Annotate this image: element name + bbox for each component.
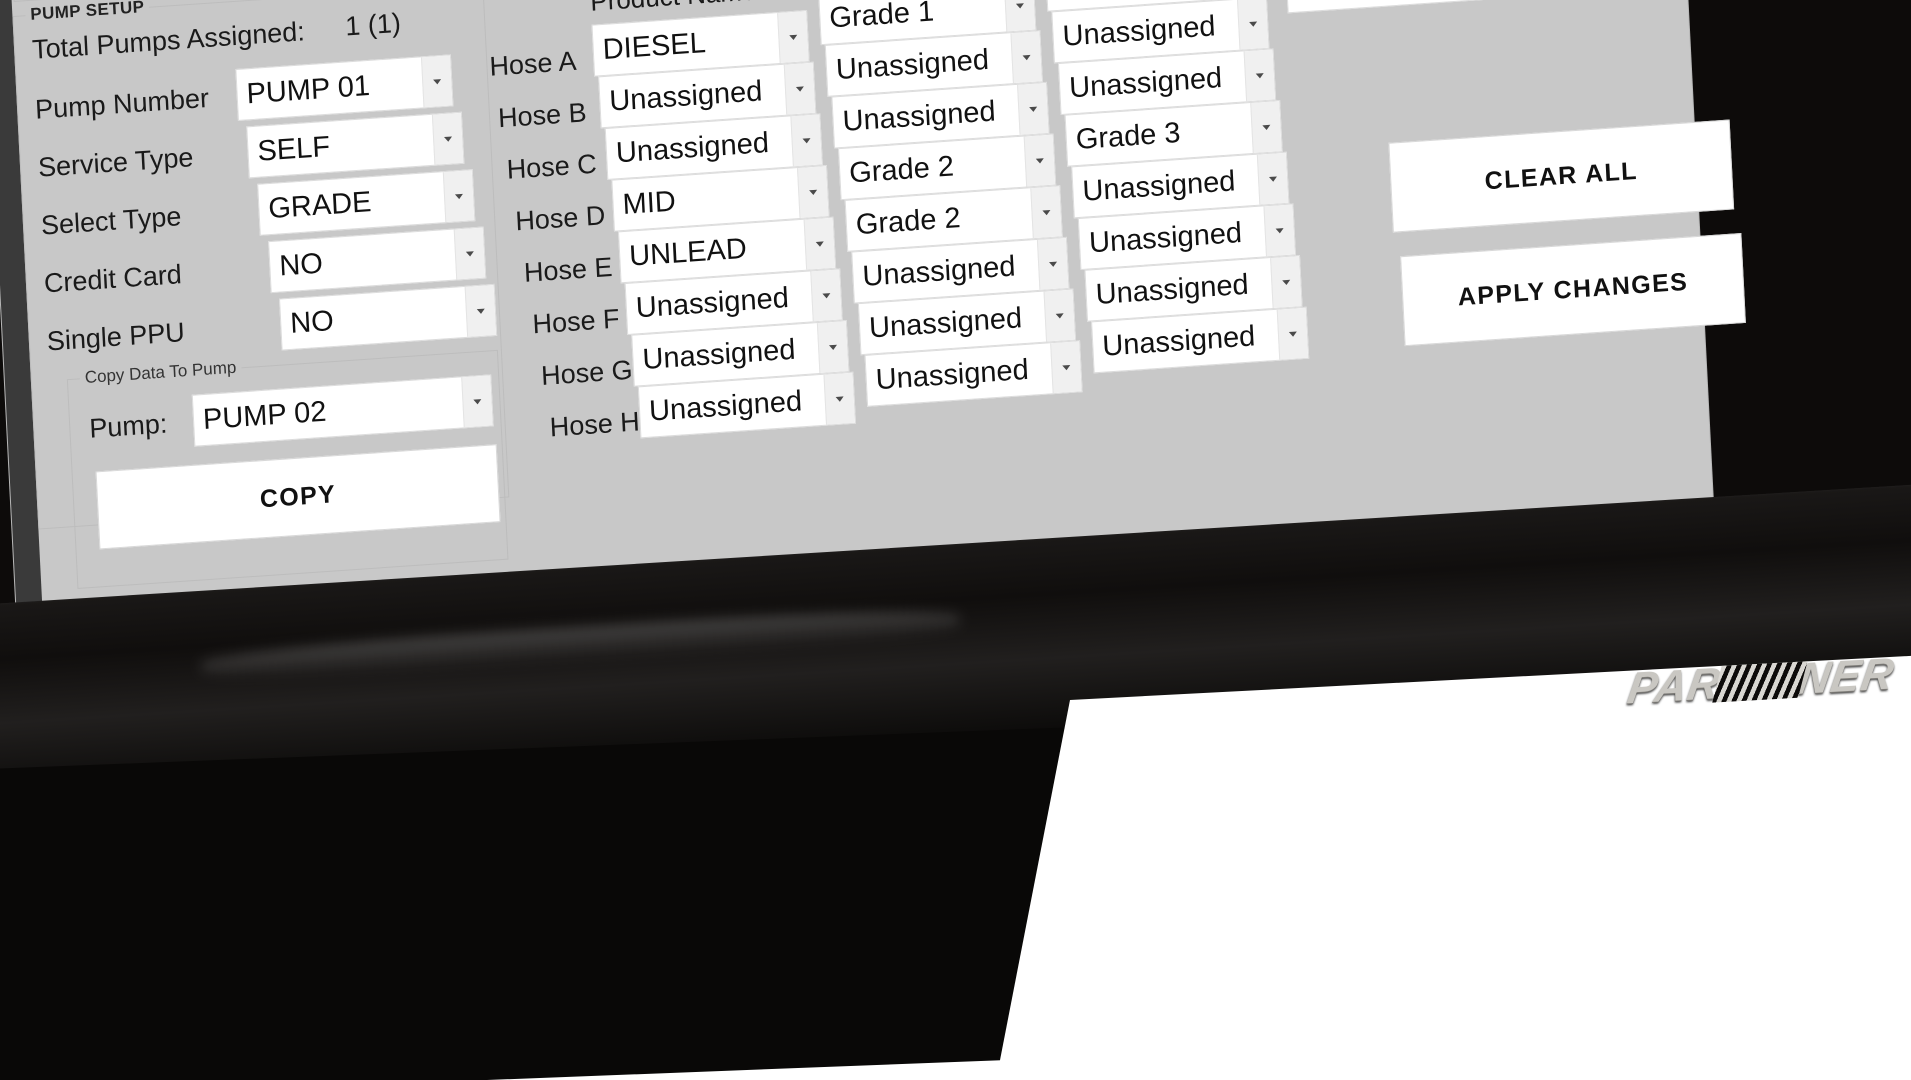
hose-label-g: Hose G bbox=[540, 354, 634, 391]
hose-label-b: Hose B bbox=[497, 97, 588, 134]
product-name-value-e: UNLEAD bbox=[628, 232, 748, 273]
copy-pump-value: PUMP 02 bbox=[202, 395, 328, 436]
chevron-down-icon[interactable] bbox=[1263, 204, 1295, 257]
first-tank-value-c: Unassigned bbox=[841, 94, 997, 138]
pump-setup-title: PUMP SETUP bbox=[24, 0, 150, 26]
chevron-down-icon[interactable] bbox=[1023, 134, 1056, 187]
chevron-down-icon[interactable] bbox=[1003, 0, 1036, 32]
first-tank-value-d: Grade 2 bbox=[848, 149, 955, 190]
hose-label-c: Hose C bbox=[505, 148, 598, 185]
clear-all-label: CLEAR ALL bbox=[1484, 156, 1639, 195]
product-name-value-d: MID bbox=[621, 184, 677, 221]
total-pumps-assigned-value: 1 (1) bbox=[344, 7, 402, 42]
tokheim-pump-type-select[interactable]: 0: NONE, 262A, TCS, TCSA, PREMIER bbox=[1285, 0, 1707, 14]
chevron-down-icon[interactable] bbox=[790, 114, 822, 167]
chevron-down-icon[interactable] bbox=[1236, 0, 1269, 50]
first-tank-value-b: Unassigned bbox=[835, 43, 990, 86]
chevron-down-icon[interactable] bbox=[803, 217, 836, 270]
hose-label-e: Hose E bbox=[523, 251, 614, 288]
second-tank-value-c: Unassigned bbox=[1068, 61, 1223, 104]
chevron-down-icon[interactable] bbox=[1256, 152, 1289, 205]
chevron-down-icon[interactable] bbox=[461, 375, 493, 428]
chevron-down-icon[interactable] bbox=[810, 269, 842, 322]
product-name-value-b: Unassigned bbox=[608, 74, 764, 118]
chevron-down-icon[interactable] bbox=[777, 11, 809, 64]
chevron-down-icon[interactable] bbox=[783, 62, 816, 115]
chevron-down-icon[interactable] bbox=[1276, 307, 1309, 360]
product-name-value-a: DIESEL bbox=[601, 26, 707, 66]
chevron-down-icon[interactable] bbox=[816, 321, 849, 374]
chevron-down-icon[interactable] bbox=[796, 166, 829, 219]
single-ppu-value: NO bbox=[289, 304, 335, 340]
hose-label-h: Hose H bbox=[549, 406, 641, 443]
chevron-down-icon[interactable] bbox=[1036, 237, 1069, 290]
clear-all-button[interactable]: CLEAR ALL bbox=[1388, 119, 1735, 233]
desk-surface-right bbox=[987, 647, 1911, 1080]
tokheim-pump-type-value: 0: NONE, 262A, TCS, TCSA, PREMIER bbox=[1296, 0, 1707, 3]
chevron-down-icon[interactable] bbox=[1030, 186, 1062, 239]
pump-number-value: PUMP 01 bbox=[245, 69, 371, 110]
brand-logo-tail: NER bbox=[1794, 649, 1899, 704]
credit-card-value: NO bbox=[278, 247, 324, 282]
chevron-down-icon[interactable] bbox=[1010, 31, 1042, 84]
hose-label-f: Hose F bbox=[531, 303, 621, 340]
product-name-value-f: Unassigned bbox=[635, 281, 790, 324]
second-tank-value-h: Unassigned bbox=[1101, 319, 1256, 363]
chevron-down-icon[interactable] bbox=[442, 170, 475, 223]
first-tank-value-h: Unassigned bbox=[874, 353, 1030, 396]
chevron-down-icon[interactable] bbox=[453, 227, 486, 280]
first-tank-value-f: Unassigned bbox=[861, 249, 1017, 293]
second-tank-value-b: Unassigned bbox=[1061, 9, 1217, 53]
product-name-value-g: Unassigned bbox=[641, 333, 797, 376]
brand-logo-bars bbox=[1711, 661, 1808, 703]
copy-pump-label: Pump: bbox=[88, 408, 169, 444]
select-type-value: GRADE bbox=[267, 185, 373, 225]
photo-stage: APPLY CHANGES PUMP SETUP Total Pumps Ass… bbox=[0, 0, 1911, 1080]
chevron-down-icon[interactable] bbox=[1250, 101, 1282, 154]
first-tank-value-a: Grade 1 bbox=[828, 0, 935, 35]
chevron-down-icon[interactable] bbox=[464, 284, 497, 337]
second-tank-value-g: Unassigned bbox=[1094, 268, 1250, 311]
apply-changes-button-right[interactable]: APPLY CHANGES bbox=[1400, 232, 1746, 347]
chevron-down-icon[interactable] bbox=[1050, 341, 1082, 394]
chevron-down-icon[interactable] bbox=[1270, 256, 1302, 309]
chevron-down-icon[interactable] bbox=[823, 372, 855, 425]
second-tank-value-e: Unassigned bbox=[1081, 164, 1237, 208]
chevron-down-icon[interactable] bbox=[431, 112, 464, 165]
chevron-down-icon[interactable] bbox=[1043, 289, 1075, 342]
first-tank-value-g: Unassigned bbox=[868, 301, 1023, 345]
chevron-down-icon[interactable] bbox=[1243, 49, 1276, 102]
brand-logo-head: PAR bbox=[1624, 658, 1725, 714]
service-type-value: SELF bbox=[256, 130, 331, 168]
chevron-down-icon[interactable] bbox=[420, 55, 453, 108]
product-name-value-h: Unassigned bbox=[648, 384, 803, 428]
product-name-value-c: Unassigned bbox=[615, 126, 770, 169]
second-tank-value-d: Grade 3 bbox=[1075, 116, 1182, 156]
hose-label-a: Hose A bbox=[488, 45, 578, 82]
copy-button-label: COPY bbox=[259, 479, 337, 513]
second-tank-value-f: Unassigned bbox=[1088, 216, 1243, 259]
first-tank-value-e: Grade 2 bbox=[855, 201, 962, 241]
hose-label-d: Hose D bbox=[514, 200, 606, 237]
apply-changes-label-right: APPLY CHANGES bbox=[1457, 267, 1689, 311]
chevron-down-icon[interactable] bbox=[1017, 82, 1049, 135]
